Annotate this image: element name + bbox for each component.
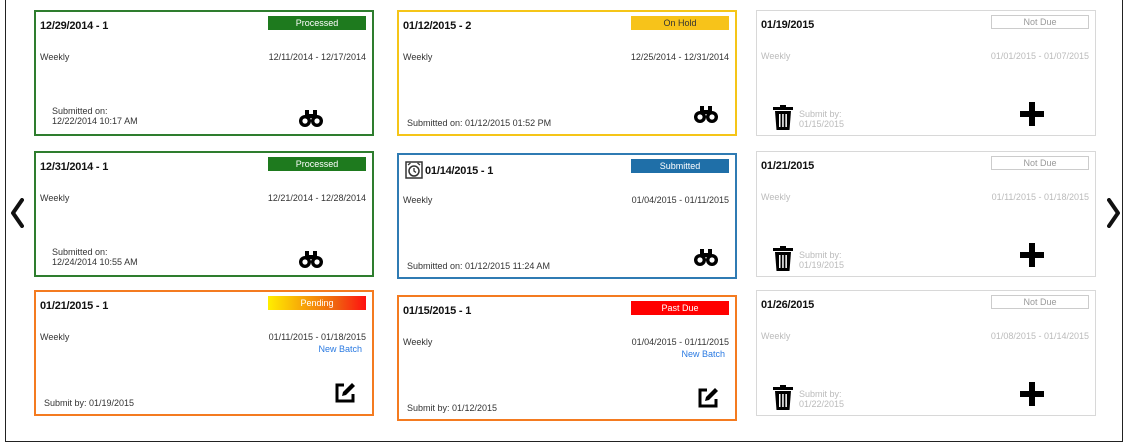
view-button[interactable] [298, 108, 324, 128]
submitted-on-value: 12/22/2014 10:17 AM [52, 116, 138, 126]
submit-by-info: Submit by: 01/22/2015 [799, 389, 859, 409]
batch-frequency: Weekly [761, 331, 791, 341]
batch-date-range: 01/11/2015 - 01/18/2015 [991, 192, 1089, 202]
chevron-left-icon [11, 198, 24, 228]
alarm-icon-button[interactable] [405, 161, 423, 179]
view-button[interactable] [298, 249, 324, 269]
edit-button[interactable] [334, 382, 356, 404]
edit-icon [335, 383, 355, 403]
submitted-on-info: Submitted on: 12/24/2014 10:55 AM [52, 247, 138, 267]
batch-frequency: Weekly [40, 52, 70, 62]
batch-title: 01/15/2015 - 1 [403, 305, 472, 317]
batch-title: 01/14/2015 - 1 [425, 165, 494, 177]
trash-icon [773, 385, 793, 410]
batch-card[interactable]: 12/29/2014 - 1 Processed Weekly 12/11/20… [34, 10, 374, 136]
batch-date-range: 01/01/2015 - 01/07/2015 [990, 51, 1089, 61]
binoculars-icon [299, 251, 323, 268]
trash-icon [773, 246, 793, 271]
edit-icon [698, 388, 718, 408]
new-batch-link[interactable]: New Batch [681, 349, 725, 359]
batch-date-range: 01/04/2015 - 01/11/2015 [631, 337, 729, 347]
submit-by-label: Submit by: [799, 250, 842, 260]
submit-by-info: Submit by: 01/15/2015 [799, 109, 859, 129]
add-batch-button[interactable] [1017, 379, 1047, 409]
batch-title: 01/21/2015 [761, 160, 815, 172]
batch-frequency: Weekly [761, 51, 791, 61]
batch-card[interactable]: 01/21/2015 Not Due Weekly 01/11/2015 - 0… [756, 151, 1096, 277]
edit-button[interactable] [697, 387, 719, 409]
submitted-on-info: Submitted on: 01/12/2015 11:24 AM [407, 261, 550, 271]
batch-card[interactable]: 01/21/2015 - 1 Pending Weekly 01/11/2015… [34, 290, 374, 416]
status-badge: Processed [268, 157, 366, 171]
submitted-on-label: Submitted on: [52, 247, 108, 257]
view-button[interactable] [693, 104, 719, 124]
batch-title: 01/21/2015 - 1 [40, 300, 109, 312]
submit-by-value: 01/19/2015 [799, 260, 845, 270]
batch-frequency: Weekly [403, 337, 433, 347]
plus-icon [1020, 102, 1044, 126]
binoculars-icon [299, 110, 323, 127]
batch-frequency: Weekly [761, 192, 791, 202]
batch-date-range: 01/11/2015 - 01/18/2015 [268, 332, 366, 342]
batch-date-range: 12/11/2014 - 12/17/2014 [268, 52, 366, 62]
alarm-icon [405, 161, 423, 179]
status-badge: Past Due [631, 301, 729, 315]
new-batch-link[interactable]: New Batch [318, 344, 362, 354]
status-badge: Not Due [991, 156, 1089, 170]
submitted-on-value: 12/24/2014 10:55 AM [52, 257, 138, 267]
batch-card[interactable]: 01/26/2015 Not Due Weekly 01/08/2015 - 0… [756, 290, 1096, 416]
status-badge: Not Due [991, 295, 1089, 309]
view-button[interactable] [693, 247, 719, 267]
batch-frequency: Weekly [40, 193, 70, 203]
chevron-right-icon [1107, 198, 1120, 228]
submit-by-info: Submit by: 01/12/2015 [407, 403, 498, 413]
submitted-on-label: Submitted on: [52, 106, 108, 116]
delete-button[interactable] [771, 105, 795, 131]
status-badge: Not Due [991, 15, 1089, 29]
status-badge: Processed [268, 16, 366, 30]
plus-icon [1020, 382, 1044, 406]
batch-title: 12/31/2014 - 1 [40, 161, 109, 173]
batch-frequency: Weekly [403, 195, 433, 205]
batch-card[interactable]: 01/19/2015 Not Due Weekly 01/01/2015 - 0… [756, 10, 1096, 136]
batch-date-range: 12/25/2014 - 12/31/2014 [630, 52, 729, 62]
batch-frequency: Weekly [40, 332, 70, 342]
batch-frequency: Weekly [403, 52, 433, 62]
status-badge: Pending [268, 296, 366, 310]
batch-card[interactable]: 01/12/2015 - 2 On Hold Weekly 12/25/2014… [397, 10, 737, 136]
previous-arrow-button[interactable] [8, 196, 26, 230]
batch-card[interactable]: 12/31/2014 - 1 Processed Weekly 12/21/20… [34, 151, 374, 277]
submit-by-value: 01/22/2015 [799, 399, 845, 409]
batch-date-range: 12/21/2014 - 12/28/2014 [267, 193, 366, 203]
delete-button[interactable] [771, 385, 795, 411]
batch-date-range: 01/04/2015 - 01/11/2015 [631, 195, 729, 205]
batch-title: 01/19/2015 [761, 19, 815, 31]
status-badge: On Hold [631, 16, 729, 30]
batch-card[interactable]: 01/15/2015 - 1 Past Due Weekly 01/04/201… [397, 295, 737, 421]
submit-by-label: Submit by: [799, 389, 842, 399]
next-arrow-button[interactable] [1105, 196, 1123, 230]
batch-date-range: 01/08/2015 - 01/14/2015 [990, 331, 1089, 341]
plus-icon [1020, 243, 1044, 267]
batch-title: 01/26/2015 [761, 299, 815, 311]
submit-by-value: 01/15/2015 [799, 119, 845, 129]
submit-by-info: Submit by: 01/19/2015 [799, 250, 859, 270]
trash-icon [773, 105, 793, 130]
submitted-on-info: Submitted on: 01/12/2015 01:52 PM [407, 118, 552, 128]
binoculars-icon [694, 249, 718, 266]
delete-button[interactable] [771, 246, 795, 272]
status-badge: Submitted [631, 159, 729, 173]
add-batch-button[interactable] [1017, 99, 1047, 129]
batch-card[interactable]: 01/14/2015 - 1 Submitted Weekly 01/04/20… [397, 153, 737, 279]
submit-by-info: Submit by: 01/19/2015 [44, 398, 135, 408]
binoculars-icon [694, 106, 718, 123]
batch-title: 12/29/2014 - 1 [40, 20, 109, 32]
add-batch-button[interactable] [1017, 240, 1047, 270]
submit-by-label: Submit by: [799, 109, 842, 119]
batch-title: 01/12/2015 - 2 [403, 20, 472, 32]
submitted-on-info: Submitted on: 12/22/2014 10:17 AM [52, 106, 138, 126]
